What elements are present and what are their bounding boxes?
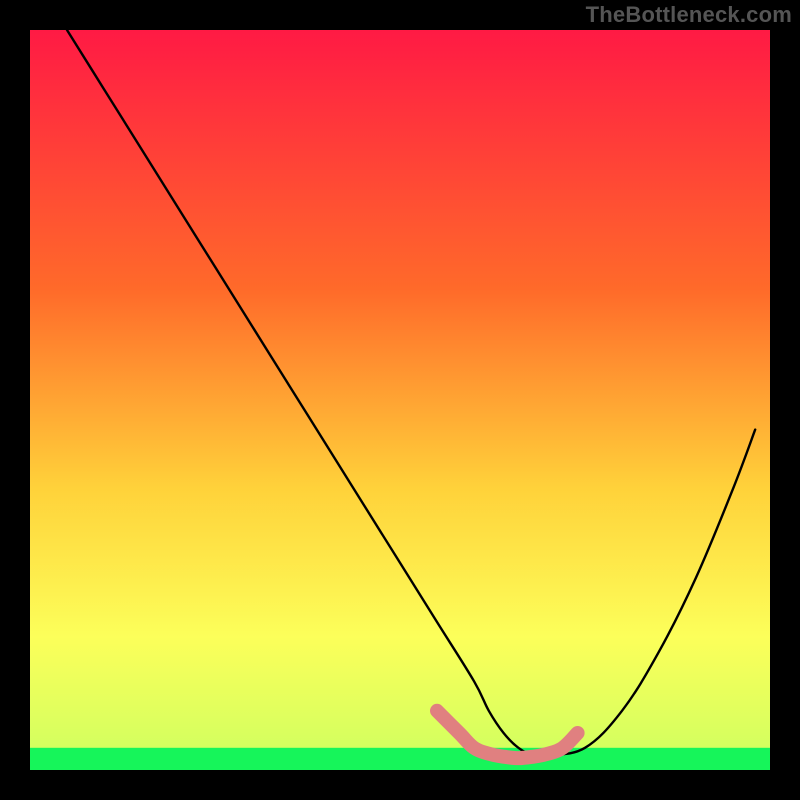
bottleneck-chart — [0, 0, 800, 800]
chart-stage: TheBottleneck.com — [0, 0, 800, 800]
green-band — [30, 748, 770, 770]
plot-area — [30, 30, 770, 770]
heat-gradient-bg — [30, 30, 770, 770]
frame-left — [0, 0, 30, 800]
frame-bottom — [0, 770, 800, 800]
frame-right — [770, 0, 800, 800]
watermark-text: TheBottleneck.com — [586, 2, 792, 28]
